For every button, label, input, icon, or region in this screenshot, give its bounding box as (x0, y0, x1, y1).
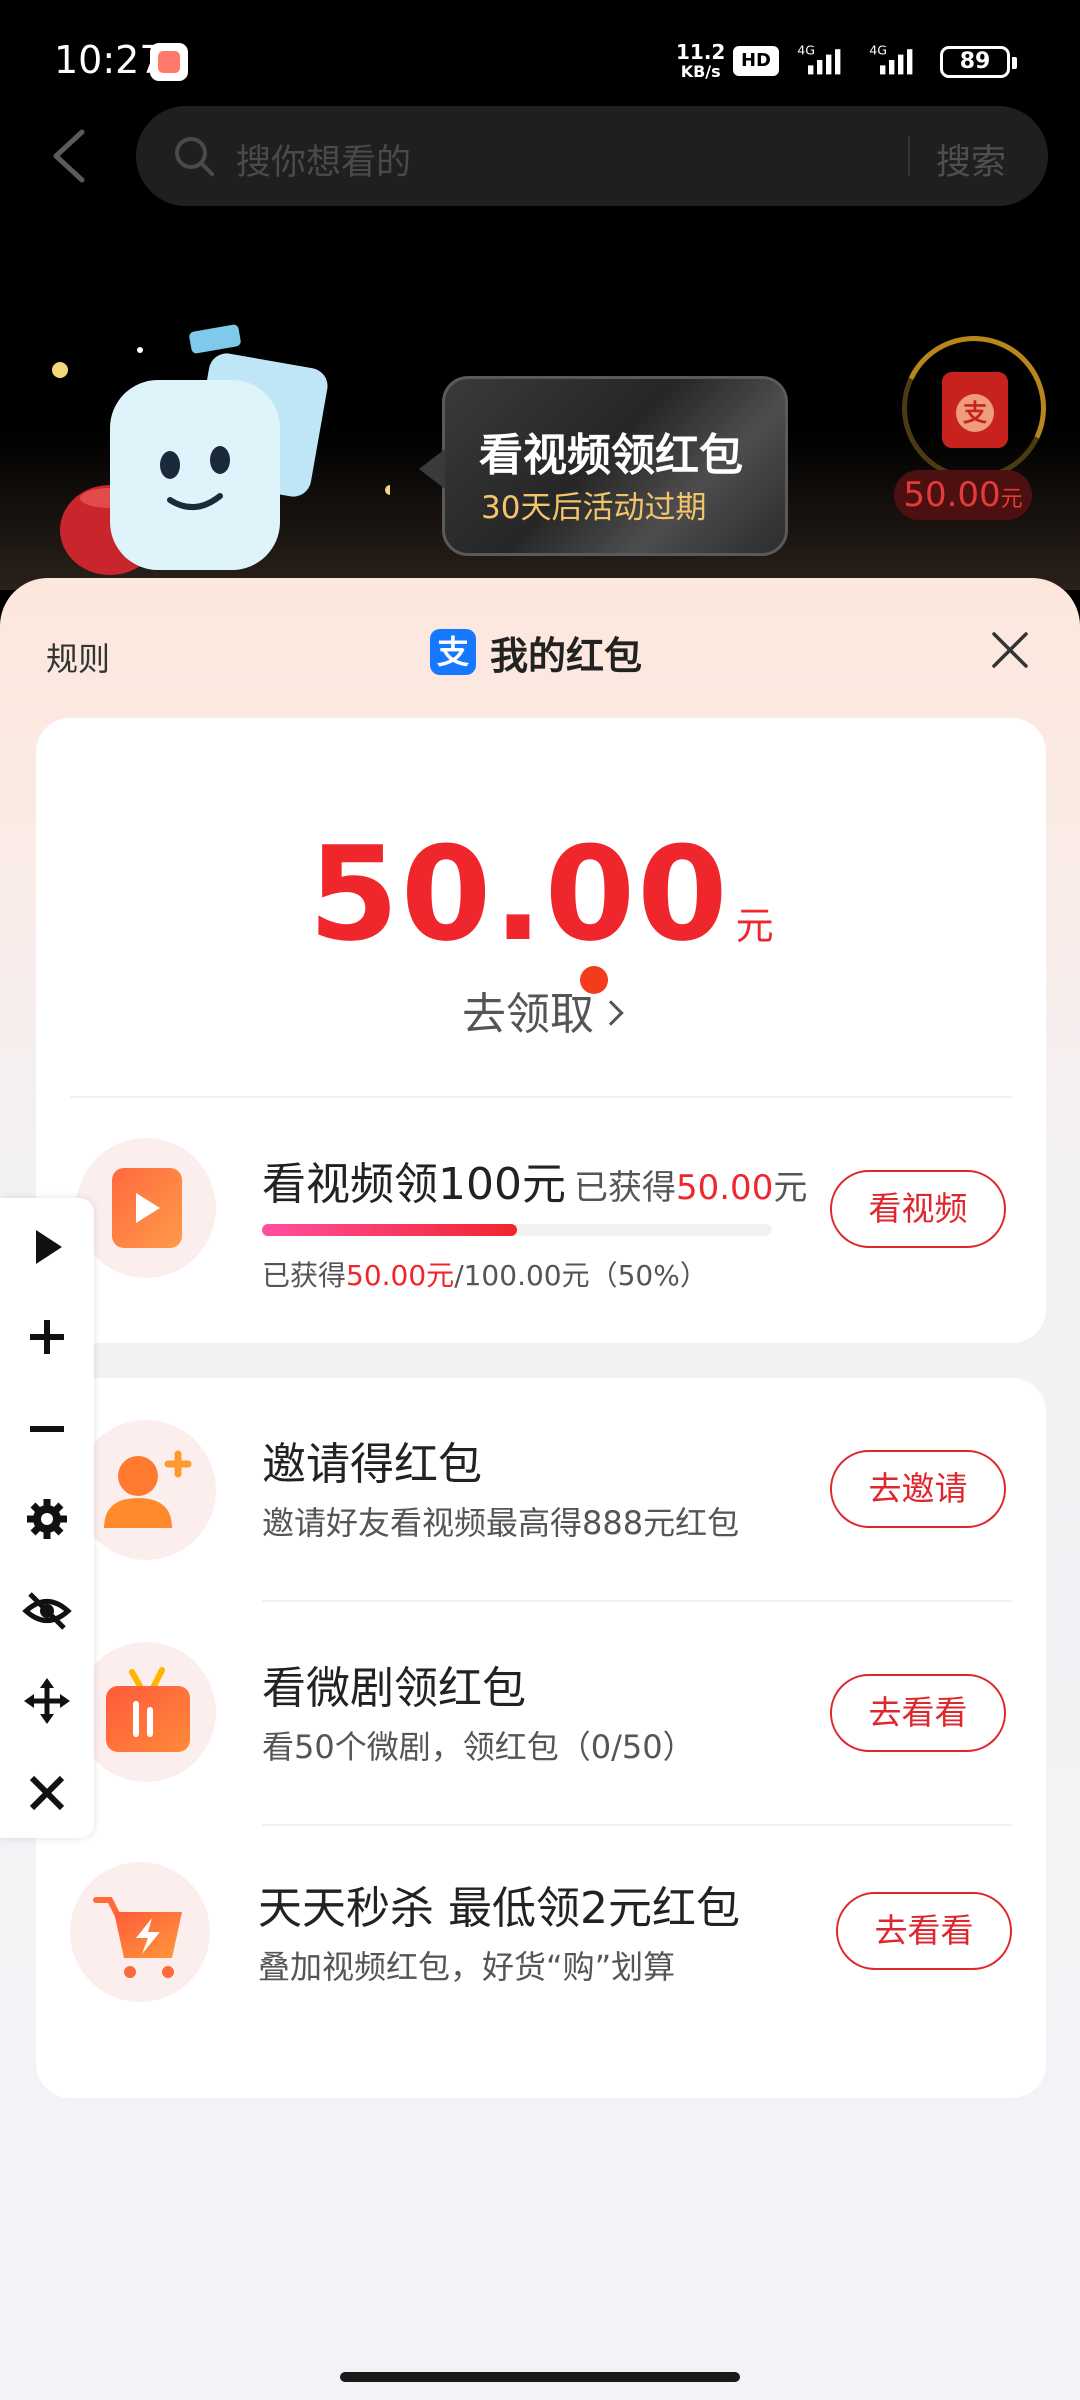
plus-icon[interactable] (22, 1312, 72, 1362)
play-video-icon (76, 1138, 216, 1278)
balance-amount: 50.00 元 (36, 818, 1046, 970)
battery-icon: 89 (940, 46, 1017, 78)
drama-task-title: 看微剧领红包 (262, 1663, 526, 1714)
video-task-subtitle: 已获得50.00元/100.00元（50%） (262, 1254, 708, 1294)
video-task-earned-suffix: 元 (773, 1168, 808, 1208)
sheet-title: 我的红包 (490, 633, 643, 678)
video-task-sub-value: 50.00元 (346, 1259, 455, 1292)
balance-value: 50.00 (308, 818, 730, 970)
video-task-title: 看视频领100元 已获得50.00元 (262, 1148, 807, 1212)
status-time: 10:27 (54, 38, 164, 82)
video-task-sub-prefix: 已获得 (262, 1259, 347, 1292)
widget-amount-value: 50.00 (903, 475, 1001, 515)
video-task-title-text: 看视频领100元 (262, 1159, 566, 1210)
signal-icon: 4G (797, 43, 841, 75)
invite-user-icon (76, 1420, 216, 1560)
watch-drama-button[interactable]: 去看看 (830, 1674, 1006, 1752)
back-arrow-icon[interactable] (48, 128, 92, 184)
flash-sale-button[interactable]: 去看看 (836, 1892, 1012, 1970)
search-icon (175, 137, 214, 176)
sheet-header: 支 我的红包 (430, 622, 642, 682)
divider (70, 1096, 1012, 1098)
drama-task-subtitle: 看50个微剧，领红包（0/50） (262, 1728, 695, 1766)
divider (262, 1824, 1012, 1826)
network-speed-unit: KB/s (680, 62, 721, 81)
widget-amount: 50.00元 (894, 470, 1032, 520)
video-task-progress-fill (262, 1224, 517, 1236)
floating-toolbar (0, 1198, 94, 1838)
network-speed-value: 11.2 (676, 40, 726, 64)
network-type-label-2: 4G (869, 43, 887, 58)
move-icon[interactable] (22, 1676, 72, 1726)
balance-unit: 元 (735, 904, 774, 948)
video-task-earned-value: 50.00 (675, 1168, 774, 1208)
video-task-earned-prefix: 已获得 (573, 1168, 676, 1208)
network-speed: 11.2 KB/s (676, 42, 725, 82)
rules-link[interactable]: 规则 (46, 634, 110, 680)
envelope-symbol: 支 (956, 394, 994, 432)
invite-task-subtitle: 邀请好友看视频最高得888元红包 (262, 1504, 740, 1542)
mascot-illustration (52, 324, 390, 575)
notification-dot (580, 966, 608, 994)
play-icon[interactable] (22, 1222, 72, 1272)
search-divider (908, 136, 910, 176)
video-task-sub-suffix: /100.00元（50%） (454, 1259, 708, 1292)
divider (262, 1600, 1012, 1602)
tasks-card: 邀请得红包 邀请好友看视频最高得888元红包 去邀请 看微剧领红包 看50个微剧… (36, 1378, 1046, 2098)
search-bar[interactable]: 搜你想看的 搜索 (136, 106, 1048, 206)
red-envelope-icon: 支 (942, 372, 1008, 448)
close-icon[interactable] (990, 630, 1030, 670)
tv-drama-icon (76, 1642, 216, 1782)
flash-sale-task-title: 天天秒杀 最低领2元红包 (258, 1883, 740, 1934)
close-toolbar-icon[interactable] (22, 1768, 72, 1818)
home-indicator[interactable] (340, 2372, 740, 2382)
hd-volte-icon: HD (733, 46, 779, 76)
search-input[interactable]: 搜你想看的 (236, 134, 411, 185)
chevron-right-icon (598, 1000, 624, 1026)
red-packet-widget[interactable]: 支 50.00元 (881, 315, 1067, 526)
promo-title: 看视频领红包 (479, 430, 743, 481)
balance-card: 50.00 元 去领取 看视频领100元 已获得50.00元 已获得50.00元/1… (36, 718, 1046, 1343)
shopping-cart-flash-icon (70, 1862, 210, 2002)
invite-task-title: 邀请得红包 (262, 1439, 482, 1490)
promo-subtitle: 30天后活动过期 (481, 490, 707, 526)
widget-amount-unit: 元 (1000, 487, 1023, 512)
notification-app-icon (150, 43, 188, 81)
promo-bubble[interactable]: 看视频领红包 30天后活动过期 (419, 376, 788, 556)
flash-sale-task-subtitle: 叠加视频红包，好货“购”划算 (258, 1948, 676, 1986)
minus-icon[interactable] (22, 1404, 72, 1454)
alipay-icon: 支 (430, 629, 476, 675)
network-type-label: 4G (797, 43, 815, 58)
claim-link[interactable]: 去领取 (36, 978, 1046, 1042)
invite-button[interactable]: 去邀请 (830, 1450, 1006, 1528)
video-task-earned: 已获得50.00元 (574, 1168, 807, 1208)
claim-label: 去领取 (462, 989, 594, 1040)
signal-icon-2: 4G (869, 43, 913, 75)
watch-video-button[interactable]: 看视频 (830, 1170, 1006, 1248)
video-task-progress (262, 1224, 772, 1236)
search-button[interactable]: 搜索 (936, 134, 1006, 185)
gear-icon[interactable] (22, 1494, 72, 1544)
eye-off-icon[interactable] (22, 1586, 72, 1636)
